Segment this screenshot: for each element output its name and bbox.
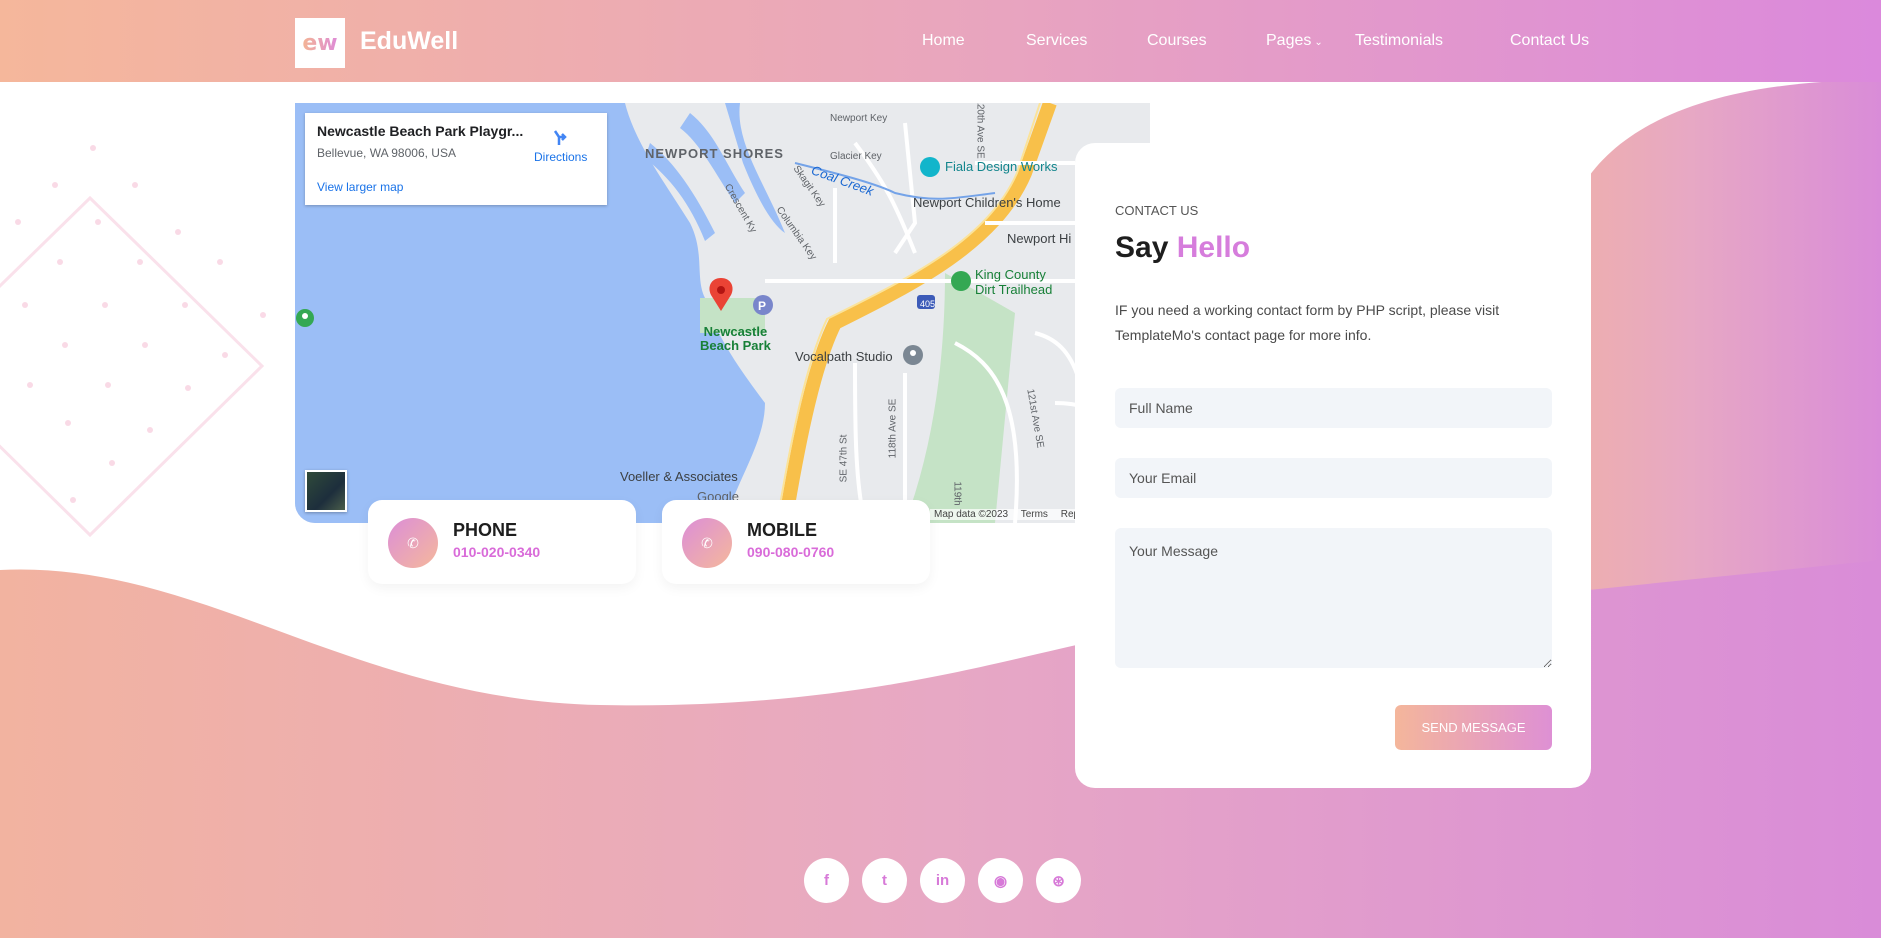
contact-form: CONTACT US Say Hello IF you need a worki… — [1075, 143, 1591, 788]
site-header: ew EduWell Home Services Courses Pages ⌄ … — [0, 0, 1881, 82]
map-label-vocalpath[interactable]: Vocalpath Studio — [795, 349, 893, 364]
main-nav: Home Services Courses Pages ⌄ Testimonial… — [0, 32, 1881, 52]
nav-home[interactable]: Home — [922, 32, 965, 50]
section-eyebrow: CONTACT US — [1115, 203, 1199, 218]
directions-link[interactable]: Directions — [534, 150, 587, 164]
mobile-card: ✆ MOBILE 090-080-0760 — [662, 500, 930, 584]
nav-courses[interactable]: Courses — [1147, 32, 1207, 50]
phone-icon: ✆ — [388, 518, 438, 568]
svg-text:P: P — [758, 299, 766, 313]
send-message-button[interactable]: SEND MESSAGE — [1395, 705, 1552, 750]
directions-icon[interactable] — [550, 125, 574, 149]
map-attribution: Map data ©2023 Terms Rep — [930, 509, 1094, 520]
map-label-newcastle-park[interactable]: Newcastle Beach Park — [700, 325, 771, 353]
rss-icon[interactable]: ◉ — [978, 858, 1023, 903]
map-place-card: Newcastle Beach Park Playgr... Bellevue,… — [305, 113, 607, 205]
phone-icon: ✆ — [682, 518, 732, 568]
message-textarea[interactable] — [1115, 528, 1552, 668]
phone-number[interactable]: 010-020-0340 — [453, 544, 540, 560]
map-label-king-county[interactable]: King County Dirt Trailhead — [975, 267, 1052, 297]
facebook-icon[interactable]: f — [804, 858, 849, 903]
heading-highlight: Hello — [1176, 231, 1251, 264]
map-label-47th-st: SE 47th St — [838, 434, 850, 483]
map-place-address: Bellevue, WA 98006, USA — [317, 146, 456, 160]
dribbble-icon[interactable]: ⊛ — [1036, 858, 1081, 903]
map-label-newport-childrens[interactable]: Newport Children's Home — [913, 195, 1061, 210]
chevron-down-icon: ⌄ — [1314, 37, 1323, 48]
linkedin-icon[interactable]: in — [920, 858, 965, 903]
nav-pages[interactable]: Pages ⌄ — [1266, 32, 1323, 50]
map-data-text: Map data ©2023 — [934, 509, 1009, 520]
mobile-title: MOBILE — [747, 520, 817, 540]
form-description: IF you need a working contact form by PH… — [1115, 302, 1500, 343]
nav-contact-us[interactable]: Contact Us — [1510, 32, 1589, 50]
nav-testimonials[interactable]: Testimonials — [1355, 32, 1443, 50]
nav-services[interactable]: Services — [1026, 32, 1087, 50]
map-label-voeller[interactable]: Voeller & Associates — [620, 469, 738, 484]
map-label-118th-ave: 118th Ave SE — [887, 398, 899, 459]
map-label-119th: 119th — [951, 481, 963, 506]
view-larger-map-link[interactable]: View larger map — [317, 180, 403, 194]
section-heading: Say Hello — [1115, 231, 1250, 265]
satellite-toggle[interactable] — [305, 470, 347, 512]
full-name-input[interactable] — [1115, 388, 1552, 428]
map-place-name: Newcastle Beach Park Playgr... — [317, 123, 524, 139]
map-label-newport-shores: NEWPORT SHORES — [645, 146, 784, 161]
email-input[interactable] — [1115, 458, 1552, 498]
mobile-number[interactable]: 090-080-0760 — [747, 544, 834, 560]
map-label-interstate: 405 — [920, 299, 936, 309]
map-label-120th-ave: 120th Ave SE — [974, 103, 986, 159]
phone-card: ✆ PHONE 010-020-0340 — [368, 500, 636, 584]
map-terms-link[interactable]: Terms — [1021, 509, 1048, 520]
phone-title: PHONE — [453, 520, 518, 540]
map-label-fiala[interactable]: Fiala Design Works — [945, 159, 1057, 174]
map-label-newport-hills: Newport Hi — [1007, 231, 1072, 246]
map-label-newport-key: Newport Key — [830, 113, 888, 124]
twitter-icon[interactable]: t — [862, 858, 907, 903]
heading-plain: Say — [1115, 231, 1177, 264]
map-label-glacier-key: Glacier Key — [830, 151, 882, 162]
nav-pages-label: Pages — [1266, 32, 1312, 49]
